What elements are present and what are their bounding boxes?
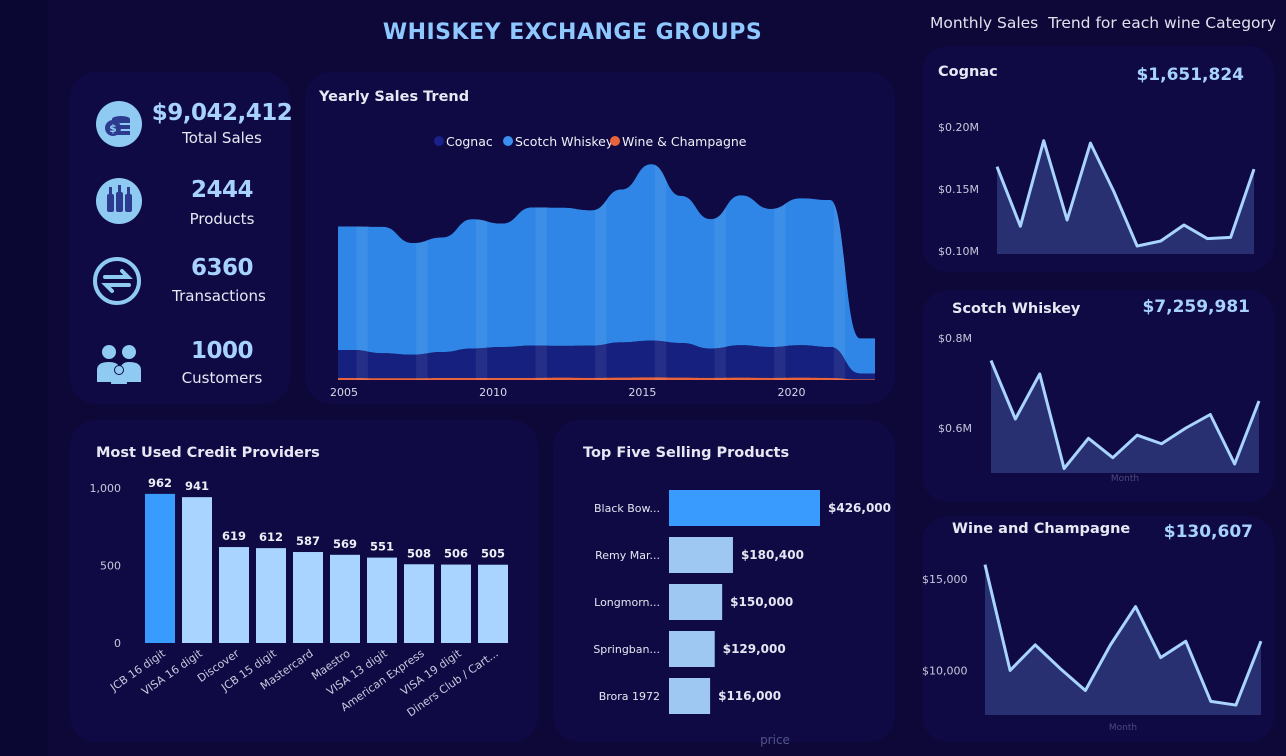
product-name: Brora 1972 xyxy=(599,690,660,703)
legend-label: Cognac xyxy=(446,134,493,149)
credit-bar xyxy=(478,564,508,643)
credit-bar xyxy=(404,564,434,643)
product-value-label: $150,000 xyxy=(730,595,793,609)
wine-area xyxy=(985,564,1261,715)
credit-y-tick: 1,000 xyxy=(90,482,122,495)
yearly-x-tick: 2015 xyxy=(628,386,656,399)
customers-icon xyxy=(97,345,141,384)
legend-marker xyxy=(610,136,620,146)
credit-bar xyxy=(182,497,212,643)
product-value-label: $180,400 xyxy=(741,548,804,562)
product-value-label: $129,000 xyxy=(723,642,786,656)
cognac-y-tick: $0.15M xyxy=(938,183,979,196)
credit-bar-label: 941 xyxy=(185,479,209,493)
credit-bar-label: 619 xyxy=(222,529,246,543)
legend-marker xyxy=(434,136,444,146)
credit-bar xyxy=(367,557,397,643)
credit-providers-chart: 05001,000 962JCB 16 digit941VISA 16 digit… xyxy=(90,476,508,719)
product-value-label: $116,000 xyxy=(718,689,781,703)
credit-bar-label: 587 xyxy=(296,534,320,548)
cognac-y-tick: $0.20M xyxy=(938,121,979,134)
scotch-y-tick: $0.6M xyxy=(938,422,972,435)
product-name: Black Bow... xyxy=(594,502,660,515)
total-sales-label: Total Sales xyxy=(182,129,262,147)
product-bar xyxy=(669,678,711,714)
cognac-card: Cognac $1,651,824 $0.10M $0.15M $0.20M xyxy=(922,46,1274,272)
legend-label: Scotch Whiskey xyxy=(515,134,614,149)
scotch-monthly-chart: $0.6M $0.8M Month xyxy=(938,332,1261,484)
product-bar xyxy=(669,490,820,526)
wine-y-tick: $15,000 xyxy=(922,573,968,586)
total-sales-value: $9,042,412 xyxy=(151,100,293,126)
scotch-y-tick: $0.8M xyxy=(938,332,972,345)
legend-marker xyxy=(503,136,513,146)
scotch-area xyxy=(991,360,1259,473)
transactions-value: 6360 xyxy=(190,255,254,281)
credit-bar-label: 551 xyxy=(370,540,394,554)
credit-bar xyxy=(441,564,471,643)
wine-card: Wine and Champagne $130,607 $10,000 $15,0… xyxy=(922,516,1274,742)
products-value: 2444 xyxy=(190,177,254,203)
credit-bar-label: 505 xyxy=(481,547,505,561)
wine-y-tick: $10,000 xyxy=(922,664,968,677)
kpi-card: $ $9,042,412 Total Sales 2444 Products 6… xyxy=(70,72,293,404)
product-name: Remy Mar... xyxy=(595,549,660,562)
credit-bar-label: 506 xyxy=(444,547,468,561)
product-bar xyxy=(669,584,723,620)
credit-bar-label: 962 xyxy=(148,476,172,490)
product-value-label: $426,000 xyxy=(828,501,891,515)
customers-label: Customers xyxy=(181,369,263,387)
yearly-x-tick: 2005 xyxy=(330,386,358,399)
credit-providers-card: Most Used Credit Providers 0 500 1,000 962 J… xyxy=(70,420,538,742)
credit-bar xyxy=(293,552,323,643)
credit-bar-label: 612 xyxy=(259,530,283,544)
cognac-monthly-chart: $0.10M $0.15M $0.20M xyxy=(938,121,1256,258)
credit-bar xyxy=(330,554,360,643)
svg-text:$: $ xyxy=(109,122,117,135)
year-column-shade xyxy=(654,160,667,380)
products-label: Products xyxy=(189,210,255,228)
credit-bar xyxy=(145,493,175,643)
wine-x-label: Month xyxy=(1109,723,1137,733)
credit-bar xyxy=(256,548,286,643)
left-strip xyxy=(0,0,48,756)
product-name: Longmorn... xyxy=(594,596,660,609)
wine-monthly-chart: $10,000 $15,000 Month xyxy=(922,564,1263,733)
product-bar xyxy=(669,537,733,573)
top-five-card: Top Five Selling Products Black Bow... $4… xyxy=(553,420,895,747)
credit-y-tick: 500 xyxy=(100,560,121,573)
scotch-card: Scotch Whiskey $7,259,981 $0.6M $0.8M Mont… xyxy=(922,290,1274,502)
yearly-sales-chart: 2005 2010 2015 2020 Cognac Scotch Whiskey Wine… xyxy=(330,134,875,399)
credit-bar xyxy=(219,547,249,643)
product-bar xyxy=(669,631,715,667)
money-bag-icon: $ xyxy=(96,101,142,147)
yearly-sales-card: Yearly Sales Trend 2005 2010 2015 2020 Cogna… xyxy=(305,72,895,404)
credit-bar-label: 569 xyxy=(333,537,357,551)
yearly-x-tick: 2010 xyxy=(479,386,507,399)
credit-y-tick: 0 xyxy=(114,637,121,650)
legend-label: Wine & Champagne xyxy=(622,134,747,149)
dashboard-title: WHISKEY EXCHANGE GROUPS xyxy=(382,20,763,45)
cognac-y-tick: $0.10M xyxy=(938,245,979,258)
yearly-x-tick: 2020 xyxy=(778,386,806,399)
top-five-chart: Black Bow... $426,000 Remy Mar... $180,400 L… xyxy=(593,490,891,747)
monthly-trend-title: Monthly Sales Trend for each wine Catego… xyxy=(930,14,1277,32)
bottles-icon xyxy=(96,178,142,224)
scotch-x-label: Month xyxy=(1111,474,1139,484)
top-five-x-label: price xyxy=(760,733,790,747)
customers-value: 1000 xyxy=(190,338,254,364)
product-name: Springban... xyxy=(593,643,660,656)
transactions-label: Transactions xyxy=(172,287,266,305)
exchange-arrows-icon xyxy=(93,257,141,305)
credit-bar-label: 508 xyxy=(407,546,431,560)
